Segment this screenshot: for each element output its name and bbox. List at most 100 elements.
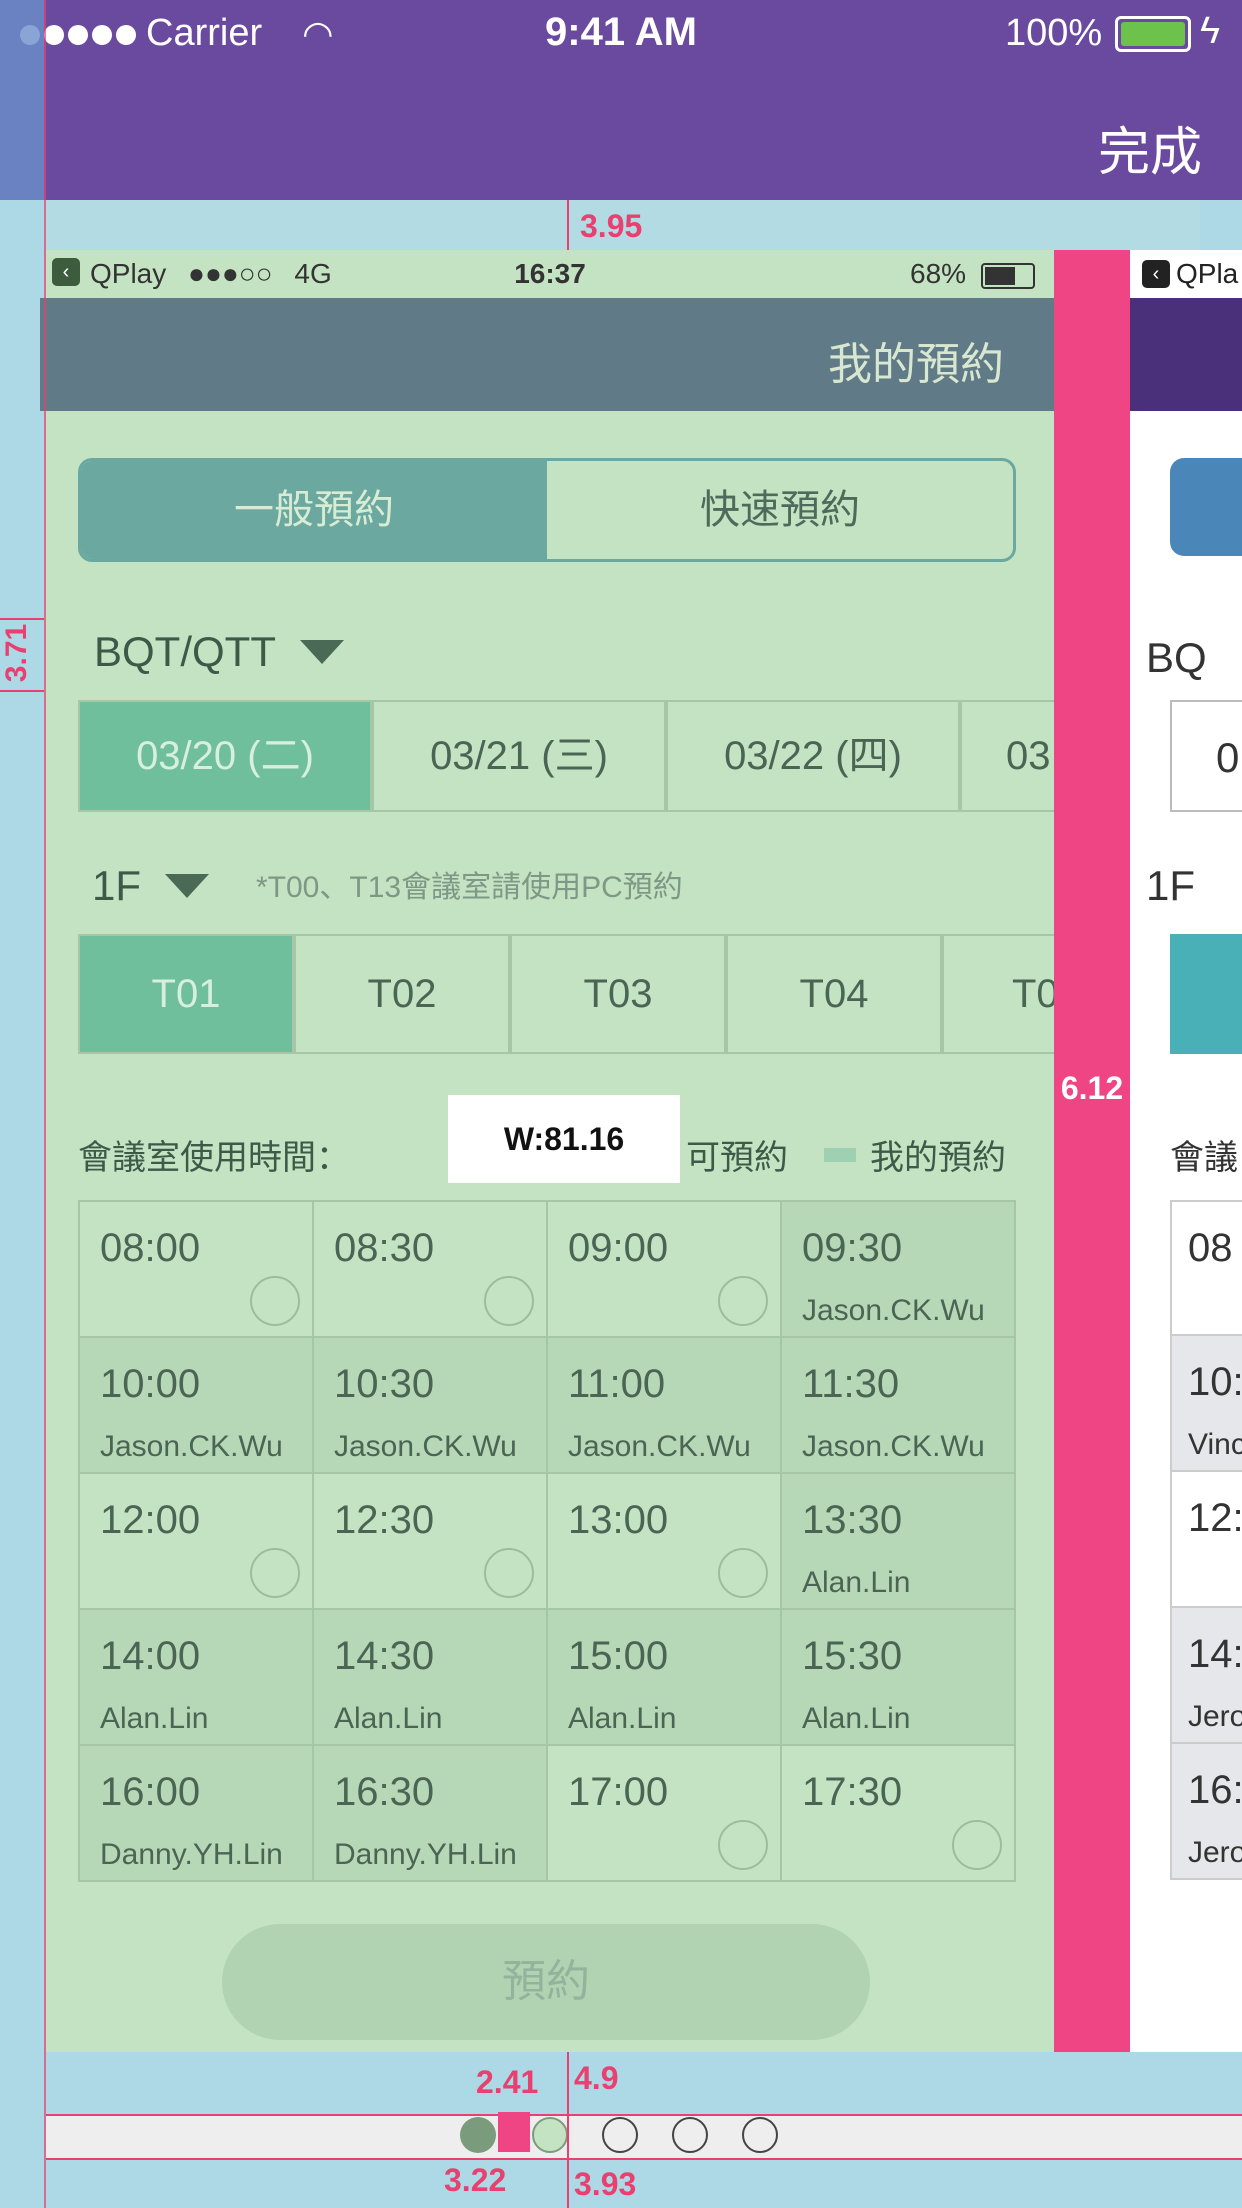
slot-time: 17:30 bbox=[802, 1770, 903, 1814]
slot-time: 16:30 bbox=[334, 1770, 435, 1814]
tab-quick[interactable]: 快速預約 bbox=[547, 461, 1013, 559]
slot-time: 08 bbox=[1188, 1226, 1233, 1270]
slot-booker: Jason.CK.Wu bbox=[568, 1430, 751, 1463]
select-circle-icon[interactable] bbox=[250, 1548, 300, 1598]
battery-icon bbox=[1115, 16, 1191, 52]
select-circle-icon[interactable] bbox=[718, 1820, 768, 1870]
slot-booker: Jason.CK.Wu bbox=[334, 1430, 517, 1463]
dot-size-label: 3.22 bbox=[444, 2162, 507, 2198]
slot-time: 11:30 bbox=[802, 1362, 900, 1406]
dot-gap-bottom-label: 3.93 bbox=[574, 2166, 637, 2202]
time-slot[interactable]: 13:00 bbox=[548, 1474, 782, 1610]
time-slot[interactable]: 09:00 bbox=[548, 1202, 782, 1338]
phone-battery-percent: 68% bbox=[910, 258, 967, 289]
room-tab[interactable]: T02 bbox=[294, 934, 510, 1054]
legend-swatch bbox=[824, 1147, 856, 1162]
select-circle-icon[interactable] bbox=[952, 1820, 1002, 1870]
room-tab[interactable]: T0 bbox=[942, 934, 1054, 1054]
left-gap-line-bottom bbox=[0, 690, 44, 692]
slot-booker: Danny.YH.Lin bbox=[100, 1838, 283, 1871]
page-indicator-strip bbox=[46, 2114, 1242, 2160]
select-circle-icon[interactable] bbox=[250, 1276, 300, 1326]
next-status: ‹ QPla bbox=[1142, 258, 1238, 290]
left-gap-label: 3.71 bbox=[0, 623, 34, 683]
next-usage-label: 會議 bbox=[1170, 1139, 1238, 1177]
page-dot[interactable] bbox=[460, 2117, 496, 2153]
slot-time: 08:00 bbox=[100, 1226, 201, 1270]
slot-booker: Jero bbox=[1188, 1836, 1242, 1869]
dot-measure-line bbox=[567, 2052, 569, 2208]
floor-dropdown[interactable]: 1F bbox=[92, 862, 210, 910]
time-slot[interactable]: 17:30 bbox=[782, 1746, 1016, 1882]
usage-time-label: 會議室使用時間： bbox=[78, 1139, 350, 1177]
slot-booker: Vinc bbox=[1188, 1428, 1242, 1461]
time-slot: 14:30 Alan.Lin bbox=[314, 1610, 548, 1746]
next-time-slot: 10: Vinc bbox=[1170, 1336, 1242, 1472]
next-app-name: QPla bbox=[1176, 258, 1239, 289]
select-circle-icon[interactable] bbox=[484, 1276, 534, 1326]
page-dot[interactable] bbox=[532, 2117, 568, 2153]
date-tab[interactable]: 03/20 (二) bbox=[78, 700, 372, 812]
room-tab[interactable]: T04 bbox=[726, 934, 942, 1054]
time-slot[interactable]: 17:00 bbox=[548, 1746, 782, 1882]
page-dot[interactable] bbox=[602, 2117, 638, 2153]
phone-time: 16:37 bbox=[514, 258, 586, 289]
select-circle-icon[interactable] bbox=[718, 1276, 768, 1326]
slot-time: 08:30 bbox=[334, 1226, 435, 1270]
slot-time: 15:00 bbox=[568, 1634, 669, 1678]
outer-battery-percent: 100% bbox=[1005, 12, 1103, 54]
page-dot[interactable] bbox=[672, 2117, 708, 2153]
booking-note: *T00、T13會議室請使用PC預約 bbox=[256, 871, 683, 904]
back-app-icon: ‹ bbox=[1142, 260, 1170, 288]
time-slot[interactable]: 12:30 bbox=[314, 1474, 548, 1610]
done-button[interactable]: 完成 bbox=[1098, 110, 1202, 185]
time-slot: 15:30 Alan.Lin bbox=[782, 1610, 1016, 1746]
dropdown-arrow-icon bbox=[165, 874, 210, 898]
slot-time: 10:00 bbox=[100, 1362, 201, 1406]
time-slot[interactable]: 08:30 bbox=[314, 1202, 548, 1338]
page-dot[interactable] bbox=[742, 2117, 778, 2153]
slot-time: 16:00 bbox=[100, 1770, 201, 1814]
next-date-tab: 0 bbox=[1170, 700, 1242, 812]
slot-booker: Alan.Lin bbox=[802, 1566, 911, 1599]
slot-time: 16: bbox=[1188, 1768, 1242, 1812]
slot-time: 15:30 bbox=[802, 1634, 903, 1678]
slot-time: 11:00 bbox=[568, 1362, 666, 1406]
room-tab[interactable]: T03 bbox=[510, 934, 726, 1054]
next-slot-column: 08 10: Vinc 12: 14: Jero 16: Jero bbox=[1170, 1200, 1242, 1880]
slot-booker: Danny.YH.Lin bbox=[334, 1838, 517, 1871]
slot-booker: Jero bbox=[1188, 1700, 1242, 1733]
tab-general[interactable]: 一般預約 bbox=[81, 461, 547, 559]
next-floor: 1F bbox=[1146, 862, 1196, 909]
date-tab[interactable]: 03 bbox=[960, 700, 1054, 812]
next-room-tab bbox=[1170, 934, 1242, 1054]
select-circle-icon[interactable] bbox=[484, 1548, 534, 1598]
slot-time: 12:00 bbox=[100, 1498, 201, 1542]
next-time-slot: 16: Jero bbox=[1170, 1744, 1242, 1880]
next-date-label: 0 bbox=[1216, 734, 1240, 781]
time-slot[interactable]: 12:00 bbox=[80, 1474, 314, 1610]
width-tooltip: W:81.16 bbox=[448, 1095, 680, 1183]
reserve-button[interactable]: 預約 bbox=[222, 1924, 870, 2040]
left-strip bbox=[0, 0, 44, 200]
date-tabs: 03/20 (二) 03/21 (三) 03/22 (四) 03 bbox=[78, 700, 1054, 812]
phone-battery-icon bbox=[981, 263, 1035, 289]
slot-time: 09:30 bbox=[802, 1226, 903, 1270]
room-tab[interactable]: T01 bbox=[78, 934, 294, 1054]
time-slot[interactable]: 08:00 bbox=[80, 1202, 314, 1338]
next-tabs bbox=[1170, 458, 1242, 556]
date-tab[interactable]: 03/21 (三) bbox=[372, 700, 666, 812]
date-tab[interactable]: 03/22 (四) bbox=[666, 700, 960, 812]
time-slot: 14:00 Alan.Lin bbox=[80, 1610, 314, 1746]
select-circle-icon[interactable] bbox=[718, 1548, 768, 1598]
next-phone-screen: ‹ QPla BQ 0 1F 會議 08 10: Vinc 12: 14: Jero 16: J… bbox=[1130, 250, 1242, 2052]
outer-nav-bar: 完成 bbox=[0, 65, 1242, 200]
dot-gap-top-label: 4.9 bbox=[574, 2060, 619, 2096]
time-slot: 16:30 Danny.YH.Lin bbox=[314, 1746, 548, 1882]
site-dropdown[interactable]: BQT/QTT bbox=[94, 628, 344, 676]
slot-booker: Alan.Lin bbox=[568, 1702, 677, 1735]
top-gap-label: 3.95 bbox=[580, 208, 643, 244]
dropdown-arrow-icon bbox=[300, 640, 344, 664]
time-slot: 10:30 Jason.CK.Wu bbox=[314, 1338, 548, 1474]
time-slot: 10:00 Jason.CK.Wu bbox=[80, 1338, 314, 1474]
